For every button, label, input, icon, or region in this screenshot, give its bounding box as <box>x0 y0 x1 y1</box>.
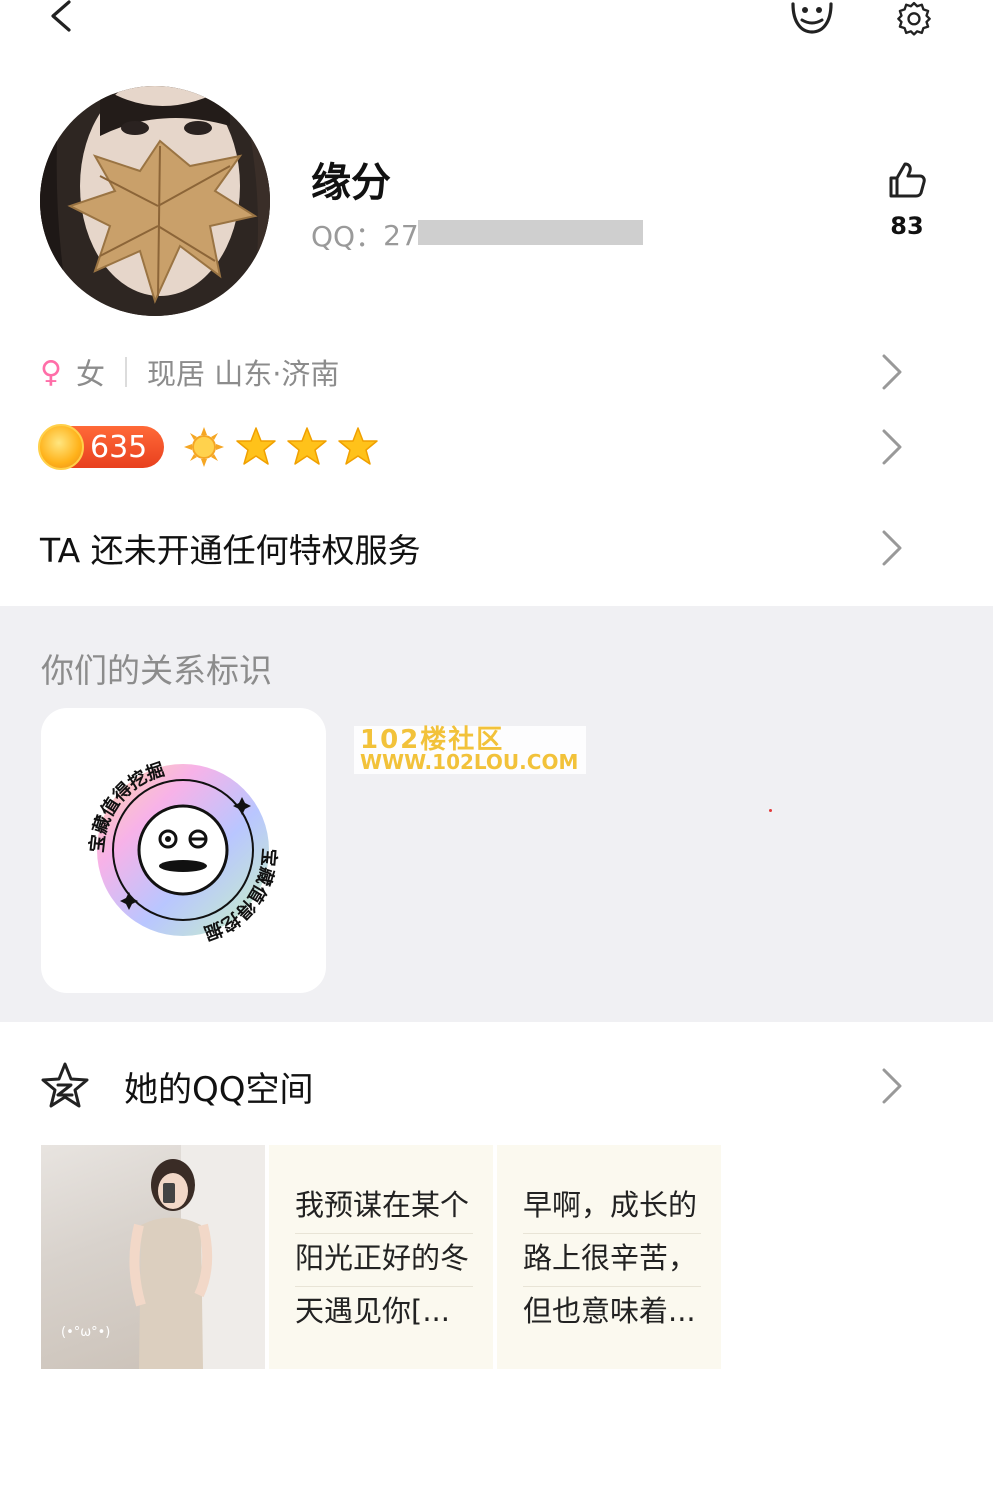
relationship-section: 你们的关系标识 宝藏值得挖掘 宝藏值得挖掘 102楼社区 WWW.102LOU.… <box>0 606 993 1022</box>
chevron-right-icon <box>882 1068 902 1104</box>
mascot-button[interactable] <box>786 0 838 36</box>
divider <box>125 357 127 387</box>
top-bar <box>0 0 993 60</box>
qzone-title: 她的QQ空间 <box>124 1069 314 1110</box>
chevron-right-icon <box>882 429 902 465</box>
qq-number-visible: 27 <box>383 218 419 252</box>
qzone-row[interactable]: 她的QQ空间 <box>40 1058 953 1114</box>
gender-label: 女 <box>75 357 105 391</box>
watermark: 102楼社区 WWW.102LOU.COM <box>354 726 586 774</box>
photo-caption: (•°ω°•) <box>61 1325 111 1340</box>
red-dot <box>769 809 772 812</box>
qzone-star-icon <box>41 1062 89 1108</box>
level-coin-icon <box>38 424 84 470</box>
nickname: 缘分 <box>311 160 391 206</box>
female-symbol-icon: ♀ <box>40 354 62 390</box>
level-row[interactable]: 635 <box>38 422 953 472</box>
level-badge: 635 <box>38 424 164 470</box>
location-label: 现居 山东·济南 <box>147 357 340 391</box>
qzone-posts: (•°ω°•) 我预谋在某个 阳光正好的冬 天遇见你[... 早啊，成长的 路上… <box>41 1145 721 1369</box>
star-icon <box>338 427 378 465</box>
thumbs-up-icon <box>889 162 926 198</box>
star-icon <box>236 427 276 465</box>
penguin-mascot-icon <box>791 2 833 34</box>
post-line: 路上很辛苦， <box>523 1234 701 1287</box>
qzone-text-post[interactable]: 早啊，成长的 路上很辛苦， 但也意味着... <box>497 1145 721 1369</box>
qzone-text-post[interactable]: 我预谋在某个 阳光正好的冬 天遇见你[... <box>269 1145 493 1369</box>
treasure-badge-icon: 宝藏值得挖掘 宝藏值得挖掘 <box>86 758 281 944</box>
like-button[interactable] <box>880 160 934 204</box>
relationship-title: 你们的关系标识 <box>41 651 272 690</box>
post-line: 天遇见你[... <box>295 1294 450 1328</box>
back-button[interactable] <box>40 0 80 36</box>
watermark-line-2: WWW.102LOU.COM <box>360 750 579 774</box>
chevron-right-icon <box>882 530 902 566</box>
chevron-left-icon <box>51 0 71 32</box>
post-line: 我预谋在某个 <box>295 1181 473 1234</box>
photo-person <box>129 1159 213 1369</box>
qq-label: QQ： <box>311 220 384 253</box>
basic-info-row[interactable]: ♀ 女 现居 山东·济南 <box>40 350 953 394</box>
avatar[interactable] <box>40 86 270 316</box>
like-count: 83 <box>890 212 924 240</box>
sun-icon <box>184 427 224 467</box>
post-line: 但也意味着... <box>523 1294 696 1328</box>
chevron-right-icon <box>882 354 902 390</box>
relationship-badge-card[interactable]: 宝藏值得挖掘 宝藏值得挖掘 <box>41 708 326 993</box>
settings-button[interactable] <box>890 0 938 36</box>
qq-number[interactable]: QQ： 27 <box>311 215 419 255</box>
privilege-row[interactable]: TA 还未开通任何特权服务 <box>40 520 953 576</box>
star-icon <box>287 427 327 465</box>
qzone-photo-post[interactable]: (•°ω°•) <box>41 1145 265 1369</box>
qq-number-redaction <box>418 220 643 245</box>
gear-icon <box>897 1 931 36</box>
watermark-line-1: 102楼社区 <box>360 725 505 755</box>
level-value: 635 <box>90 430 148 465</box>
post-line: 早啊，成长的 <box>523 1181 701 1234</box>
privilege-text: TA 还未开通任何特权服务 <box>40 531 421 570</box>
post-line: 阳光正好的冬 <box>295 1234 473 1287</box>
